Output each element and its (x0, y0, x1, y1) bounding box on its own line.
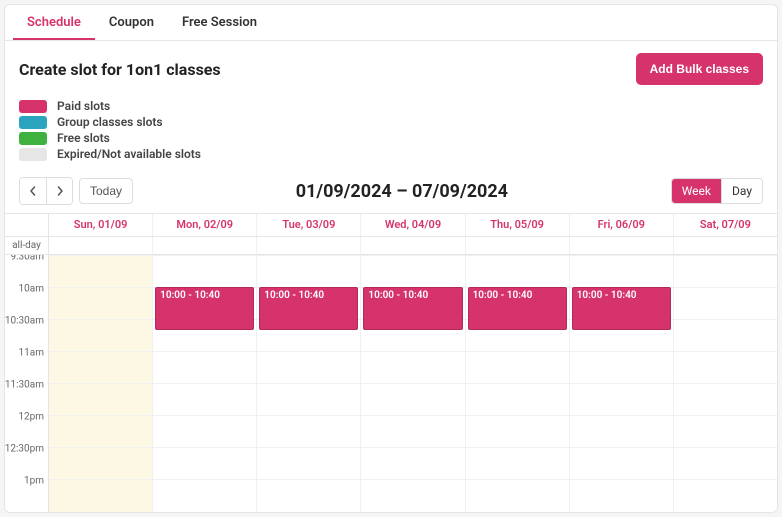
allday-cell[interactable] (466, 237, 570, 254)
legend-free-label: Free slots (57, 131, 110, 145)
next-button[interactable] (46, 178, 72, 204)
day-head-tue[interactable]: Tue, 03/09 (257, 214, 361, 236)
calendar: Sun, 01/09 Mon, 02/09 Tue, 03/09 Wed, 04… (5, 213, 777, 513)
time-label: 11am (19, 348, 44, 359)
day-head-thu[interactable]: Thu, 05/09 (466, 214, 570, 236)
date-range-title: 01/09/2024 – 07/09/2024 (296, 181, 508, 202)
tab-coupon[interactable]: Coupon (95, 5, 168, 40)
calendar-toolbar: Today 01/09/2024 – 07/09/2024 Week Day (5, 173, 777, 213)
legend-expired-label: Expired/Not available slots (57, 147, 201, 161)
calendar-event[interactable]: 10:00 - 10:40 (155, 287, 254, 330)
calendar-event[interactable]: 10:00 - 10:40 (363, 287, 462, 330)
allday-cell[interactable] (49, 237, 153, 254)
allday-cell[interactable] (361, 237, 465, 254)
day-column[interactable]: 10:00 - 10:40 (361, 255, 465, 513)
day-column[interactable] (674, 255, 777, 513)
time-label: 10:30am (5, 316, 44, 327)
chevron-left-icon (28, 186, 38, 196)
allday-cell[interactable] (257, 237, 361, 254)
legend-free: Free slots (19, 131, 763, 145)
legend-expired: Expired/Not available slots (19, 147, 763, 161)
legend: Paid slots Group classes slots Free slot… (5, 93, 777, 173)
prev-button[interactable] (20, 178, 46, 204)
calendar-event[interactable]: 10:00 - 10:40 (468, 287, 567, 330)
swatch-group (19, 116, 47, 129)
page-title: Create slot for 1on1 classes (19, 60, 221, 79)
tab-free-session[interactable]: Free Session (168, 5, 271, 40)
nav-group (19, 177, 73, 205)
day-head-mon[interactable]: Mon, 02/09 (153, 214, 257, 236)
allday-label: all-day (5, 237, 49, 254)
legend-paid: Paid slots (19, 99, 763, 113)
legend-group: Group classes slots (19, 115, 763, 129)
time-gutter: 9:30am 10am 10:30am 11am 11:30am 12pm 12:30pm 1… (5, 255, 49, 513)
allday-cell[interactable] (570, 237, 674, 254)
calendar-header: Sun, 01/09 Mon, 02/09 Tue, 03/09 Wed, 04… (5, 214, 777, 237)
day-column[interactable]: 10:00 - 10:40 (570, 255, 674, 513)
allday-cell[interactable] (674, 237, 777, 254)
legend-group-label: Group classes slots (57, 115, 163, 129)
swatch-expired (19, 148, 47, 161)
allday-cell[interactable] (153, 237, 257, 254)
view-day-button[interactable]: Day (721, 179, 762, 203)
day-head-fri[interactable]: Fri, 06/09 (570, 214, 674, 236)
day-head-wed[interactable]: Wed, 04/09 (361, 214, 465, 236)
time-label: 11:30am (5, 380, 44, 391)
calendar-event[interactable]: 10:00 - 10:40 (259, 287, 358, 330)
day-column[interactable] (49, 255, 153, 513)
scheduler-card: Schedule Coupon Free Session Create slot… (4, 4, 778, 513)
time-label: 10am (19, 284, 44, 295)
day-columns: 10:00 - 10:4010:00 - 10:4010:00 - 10:401… (49, 255, 777, 513)
view-group: Week Day (671, 178, 763, 204)
time-label: 1pm (24, 476, 44, 487)
today-button[interactable]: Today (79, 178, 133, 204)
time-label: 12pm (18, 412, 44, 423)
day-column[interactable]: 10:00 - 10:40 (257, 255, 361, 513)
tab-bar: Schedule Coupon Free Session (5, 5, 777, 41)
time-label: 12:30pm (5, 444, 44, 455)
day-column[interactable]: 10:00 - 10:40 (466, 255, 570, 513)
allday-row: all-day (5, 237, 777, 255)
legend-paid-label: Paid slots (57, 99, 110, 113)
calendar-event[interactable]: 10:00 - 10:40 (572, 287, 671, 330)
day-column[interactable]: 10:00 - 10:40 (153, 255, 257, 513)
view-week-button[interactable]: Week (672, 179, 721, 203)
day-head-sat[interactable]: Sat, 07/09 (674, 214, 777, 236)
swatch-paid (19, 100, 47, 113)
day-head-sun[interactable]: Sun, 01/09 (49, 214, 153, 236)
header-row: Create slot for 1on1 classes Add Bulk cl… (5, 41, 777, 93)
tab-schedule[interactable]: Schedule (13, 5, 95, 40)
chevron-right-icon (55, 186, 65, 196)
add-bulk-classes-button[interactable]: Add Bulk classes (636, 53, 763, 85)
time-label: 9:30am (11, 255, 45, 263)
calendar-body: 9:30am 10am 10:30am 11am 11:30am 12pm 12:30pm 1… (5, 255, 777, 513)
swatch-free (19, 132, 47, 145)
gutter-head (5, 214, 49, 236)
